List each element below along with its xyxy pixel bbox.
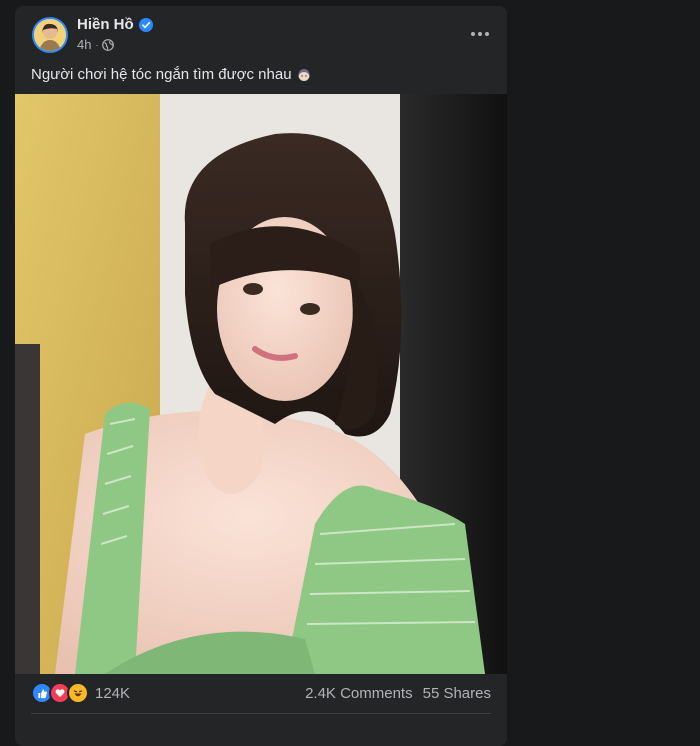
post-stats: 124K 2.4K Comments 55 Shares — [15, 678, 507, 708]
haha-icon — [67, 682, 89, 704]
engagement-stats: 2.4K Comments 55 Shares — [305, 685, 491, 702]
more-options-icon[interactable] — [467, 22, 493, 46]
woman-face-emoji-icon — [297, 68, 311, 82]
more-dot — [485, 32, 489, 36]
more-dot — [471, 32, 475, 36]
globe-icon[interactable] — [102, 38, 115, 51]
avatar[interactable] — [32, 17, 68, 53]
post-header: Hiền Hồ 4h · — [15, 6, 507, 62]
post-card: Hiền Hồ 4h · Người chơi hệ tóc ngắn tìm … — [15, 6, 507, 746]
post-meta: 4h · — [77, 37, 115, 52]
caption-text: Người chơi hệ tóc ngắn tìm được nhau — [31, 66, 292, 83]
post-photo[interactable] — [15, 94, 507, 674]
author-name[interactable]: Hiền Hồ — [77, 16, 134, 33]
comments-count[interactable]: 2.4K Comments — [305, 685, 413, 702]
shares-count[interactable]: 55 Shares — [423, 685, 491, 702]
actions-divider — [31, 713, 491, 714]
post-caption: Người chơi hệ tóc ngắn tìm được nhau — [31, 66, 311, 83]
author-row: Hiền Hồ — [77, 16, 153, 33]
verified-badge-icon — [138, 17, 153, 32]
meta-separator: · — [95, 39, 99, 50]
reaction-count: 124K — [95, 684, 131, 702]
post-time[interactable]: 4h — [77, 37, 91, 52]
more-dot — [478, 32, 482, 36]
reactions-summary[interactable]: 124K — [31, 682, 130, 704]
